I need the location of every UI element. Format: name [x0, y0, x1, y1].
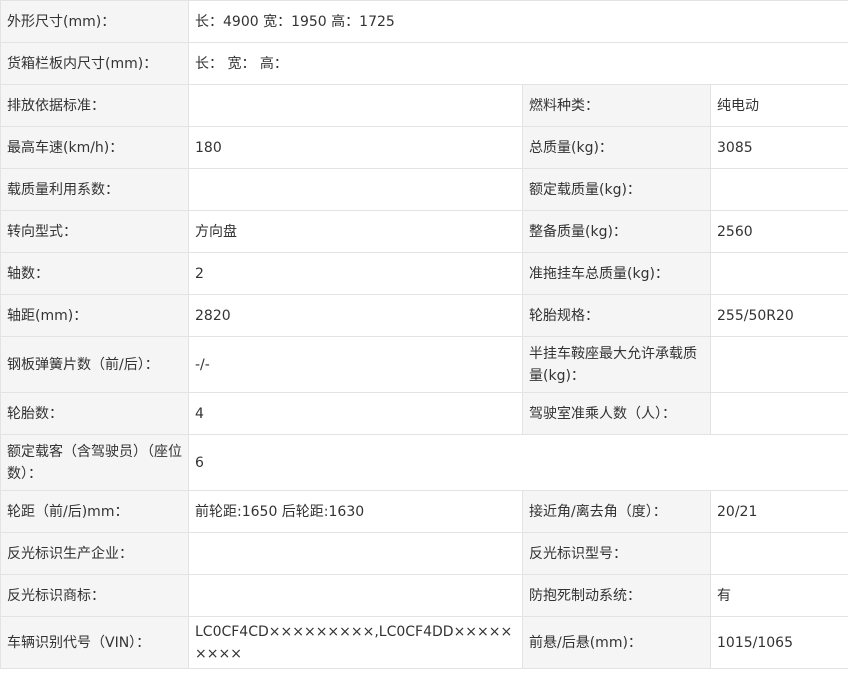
spec-value: 1015/1065	[709, 616, 848, 669]
table-row: 额定载客（含驾驶员）（座位数）： 6	[0, 434, 848, 491]
table-row: 轮距（前/后)mm： 前轮距:1650 后轮距:1630 接近角/离去角（度）：…	[0, 490, 848, 533]
spec-label: 转向型式：	[0, 210, 189, 253]
spec-value	[709, 336, 848, 393]
spec-label: 钢板弹簧片数（前/后）：	[0, 336, 189, 393]
table-row: 外形尺寸(mm)： 长：4900 宽：1950 高：1725	[0, 0, 848, 43]
spec-value: 20/21	[709, 490, 848, 533]
spec-label: 反光标识型号：	[522, 532, 711, 575]
table-row: 反光标识生产企业： 反光标识型号：	[0, 532, 848, 575]
spec-value: 4	[188, 392, 523, 435]
spec-value: 前轮距:1650 后轮距:1630	[188, 490, 523, 533]
spec-label: 燃料种类：	[522, 84, 711, 127]
spec-label: 前悬/后悬(mm)：	[522, 616, 711, 669]
spec-value	[188, 168, 523, 211]
spec-label: 额定载客（含驾驶员）（座位数）：	[0, 434, 189, 491]
spec-value	[188, 574, 523, 617]
spec-label: 最高车速(km/h)：	[0, 126, 189, 169]
table-row: 最高车速(km/h)： 180 总质量(kg)： 3085	[0, 126, 848, 169]
spec-value: 3085	[709, 126, 848, 169]
spec-value: 方向盘	[188, 210, 523, 253]
spec-value: 2560	[709, 210, 848, 253]
spec-value: 长：4900 宽：1950 高：1725	[187, 0, 848, 43]
table-row: 轴距(mm)： 2820 轮胎规格： 255/50R20	[0, 294, 848, 337]
spec-value	[188, 84, 523, 127]
spec-label: 总质量(kg)：	[522, 126, 711, 169]
table-row: 轮胎数： 4 驾驶室准乘人数（人）：	[0, 392, 848, 435]
table-row: 车辆识别代号（VIN）： LC0CF4CD×××××××××,LC0CF4DD×…	[0, 616, 848, 669]
spec-value: 2820	[188, 294, 523, 337]
table-row: 货箱栏板内尺寸(mm)： 长： 宽： 高：	[0, 42, 848, 85]
spec-label: 载质量利用系数：	[0, 168, 189, 211]
vehicle-spec-table: 外形尺寸(mm)： 长：4900 宽：1950 高：1725 货箱栏板内尺寸(m…	[0, 0, 848, 669]
spec-label: 外形尺寸(mm)：	[0, 0, 189, 43]
spec-value: 长： 宽： 高：	[187, 42, 848, 85]
spec-label: 货箱栏板内尺寸(mm)：	[0, 42, 189, 85]
spec-value	[709, 532, 848, 575]
spec-value: LC0CF4CD×××××××××,LC0CF4DD×××××××××	[188, 616, 523, 669]
spec-value	[709, 252, 848, 295]
spec-value	[709, 168, 848, 211]
spec-label: 轴数：	[0, 252, 189, 295]
spec-value	[709, 392, 848, 435]
spec-label: 反光标识商标：	[0, 574, 189, 617]
spec-label: 半挂车鞍座最大允许承载质量(kg)：	[522, 336, 711, 393]
spec-value: 6	[187, 434, 848, 491]
spec-value: 180	[188, 126, 523, 169]
spec-label: 轮胎数：	[0, 392, 189, 435]
spec-value: 有	[709, 574, 848, 617]
table-row: 载质量利用系数： 额定载质量(kg)：	[0, 168, 848, 211]
spec-label: 轮距（前/后)mm：	[0, 490, 189, 533]
spec-value	[188, 532, 523, 575]
table-row: 转向型式： 方向盘 整备质量(kg)： 2560	[0, 210, 848, 253]
spec-value: 纯电动	[709, 84, 848, 127]
table-row: 钢板弹簧片数（前/后）： -/- 半挂车鞍座最大允许承载质量(kg)：	[0, 336, 848, 393]
table-row: 排放依据标准： 燃料种类： 纯电动	[0, 84, 848, 127]
spec-label: 准拖挂车总质量(kg)：	[522, 252, 711, 295]
spec-label: 驾驶室准乘人数（人）：	[522, 392, 711, 435]
spec-value: 2	[188, 252, 523, 295]
spec-label: 反光标识生产企业：	[0, 532, 189, 575]
table-row: 轴数： 2 准拖挂车总质量(kg)：	[0, 252, 848, 295]
spec-label: 车辆识别代号（VIN）：	[0, 616, 189, 669]
table-row: 反光标识商标： 防抱死制动系统： 有	[0, 574, 848, 617]
spec-label: 轴距(mm)：	[0, 294, 189, 337]
spec-label: 轮胎规格：	[522, 294, 711, 337]
spec-label: 接近角/离去角（度）：	[522, 490, 711, 533]
spec-label: 排放依据标准：	[0, 84, 189, 127]
spec-label: 防抱死制动系统：	[522, 574, 711, 617]
spec-label: 整备质量(kg)：	[522, 210, 711, 253]
spec-value: -/-	[188, 336, 523, 393]
spec-label: 额定载质量(kg)：	[522, 168, 711, 211]
spec-value: 255/50R20	[709, 294, 848, 337]
